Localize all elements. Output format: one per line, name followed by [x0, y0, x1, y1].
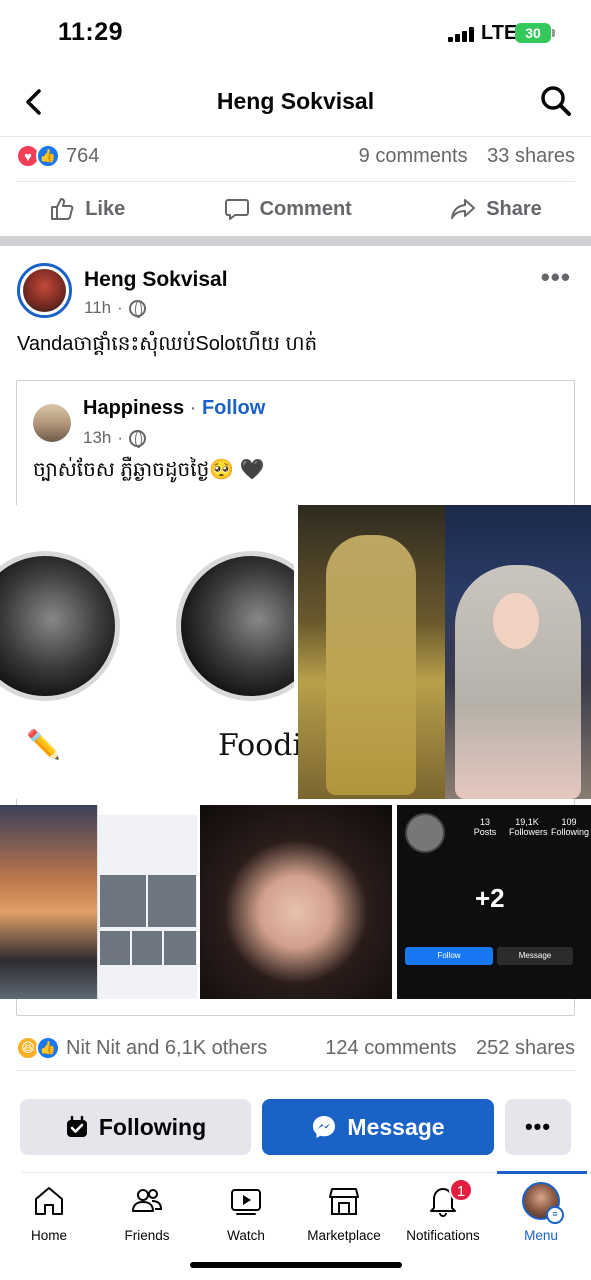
post1-shares-link[interactable]: 33 shares — [487, 145, 575, 167]
nav-watch-label: Watch — [227, 1228, 265, 1243]
profile-action-buttons: Following Message ••• — [20, 1099, 571, 1155]
header-divider — [0, 136, 591, 137]
ig-message-button: Message — [497, 947, 573, 965]
watch-icon — [231, 1189, 261, 1215]
search-button[interactable] — [539, 84, 573, 118]
messenger-icon — [313, 1116, 336, 1138]
search-icon — [541, 86, 571, 116]
post-author-name[interactable]: Heng Sokvisal — [84, 268, 228, 292]
nav-notifications-label: Notifications — [406, 1228, 480, 1243]
ig-following-label: Following — [551, 827, 590, 837]
post-timestamp: 11h · — [84, 298, 146, 318]
post-more-button[interactable]: ••• — [541, 262, 571, 293]
post2-reactions[interactable]: 😆 👍 Nit Nit and 6,1K others — [16, 1036, 267, 1060]
post1-divider — [16, 181, 575, 182]
post2-stats: 😆 👍 Nit Nit and 6,1K others 124 comments… — [16, 1030, 575, 1070]
post1-reaction-count: 764 — [66, 144, 100, 167]
page-title: Heng Sokvisal — [216, 88, 375, 114]
nav-active-indicator — [497, 1171, 587, 1174]
shared-post-text: ច្បាស់ចែស ភ្លឺឆ្ងាចដូចថ្ងៃ🥺 🖤 — [33, 459, 265, 481]
post2-divider — [16, 1070, 575, 1071]
shared-timestamp: 13h · — [83, 428, 147, 448]
more-options-button[interactable]: ••• — [505, 1099, 571, 1155]
story-highlight-ring — [176, 551, 294, 701]
ig-follow-button: Follow — [405, 947, 493, 965]
globe-icon — [128, 299, 146, 318]
notification-badge: 1 — [449, 1178, 473, 1202]
friends-icon — [132, 1189, 163, 1212]
battery-icon: 30 — [515, 23, 555, 43]
globe-icon — [129, 429, 147, 448]
nav-home[interactable]: Home — [1, 1178, 97, 1243]
like-icon — [51, 198, 74, 220]
nav-notifications[interactable]: 1 Notifications — [395, 1178, 491, 1243]
home-icon — [35, 1187, 63, 1215]
more-photos-count: +2 — [475, 883, 505, 913]
share-button[interactable]: Share — [450, 196, 542, 222]
like-reaction-icon: 👍 — [36, 144, 60, 168]
shared-author-line: Happiness · Follow — [83, 397, 265, 420]
comment-icon — [224, 199, 249, 220]
nav-home-label: Home — [30, 1228, 67, 1243]
photo-man[interactable] — [298, 505, 445, 799]
nav-watch[interactable]: Watch — [198, 1178, 294, 1243]
message-label: Message — [347, 1113, 445, 1140]
menu-avatar-icon: ≡ — [522, 1182, 564, 1224]
status-bar: 11:29 LTE 30 — [0, 0, 591, 66]
like-reaction-icon: 👍 — [36, 1036, 60, 1060]
nav-marketplace[interactable]: Marketplace — [296, 1178, 392, 1243]
post1-comments-link[interactable]: 9 comments — [359, 145, 468, 167]
nav-menu[interactable]: ≡ Menu — [493, 1178, 589, 1243]
like-label: Like — [85, 197, 126, 220]
share-icon — [451, 199, 476, 219]
shared-time-text: 13h — [83, 428, 112, 447]
post-separator — [0, 236, 591, 246]
ig-followers-count: 19,1K — [515, 817, 539, 827]
post2-comments-link[interactable]: 124 comments — [325, 1037, 456, 1059]
comment-label: Comment — [259, 197, 352, 220]
shared-author-avatar[interactable] — [33, 404, 71, 442]
network-type: LTE — [481, 22, 518, 44]
shared-author-name[interactable]: Happiness — [83, 397, 184, 419]
home-indicator — [190, 1262, 402, 1268]
nav-friends-label: Friends — [124, 1228, 170, 1243]
signal-icon — [448, 27, 474, 42]
photo-portrait[interactable] — [200, 805, 392, 999]
photo-instagram-profile[interactable]: 13 Posts 19,1K Followers 109 Following +2 F… — [397, 805, 591, 999]
story-highlight-ring — [0, 551, 120, 701]
nav-menu-label: Menu — [524, 1228, 558, 1243]
post-text: Vandaចាផ្ដាំនេះសុំឈប់Soloហើយ ហត់ — [17, 333, 318, 355]
following-button[interactable]: Following — [20, 1099, 251, 1155]
nav-marketplace-label: Marketplace — [307, 1228, 381, 1243]
photo-woman-hoodie[interactable] — [445, 505, 591, 799]
post-time-text: 11h — [84, 298, 112, 317]
following-icon — [66, 1115, 87, 1137]
nav-friends[interactable]: Friends — [99, 1178, 195, 1243]
photo-sunset[interactable] — [0, 805, 97, 999]
post2-reaction-text: Nit Nit and 6,1K others — [66, 1036, 268, 1059]
post1-reactions[interactable]: ♥ 👍 764 — [16, 144, 99, 168]
status-time: 11:29 — [58, 18, 124, 46]
pencil-icon: ✏️ — [26, 729, 61, 760]
follow-link[interactable]: Follow — [202, 397, 265, 419]
like-button[interactable]: Like — [49, 196, 125, 222]
author-avatar[interactable] — [17, 263, 72, 318]
header: Heng Sokvisal — [0, 70, 591, 134]
ig-followers-label: Followers — [509, 827, 548, 837]
separator-dot: · — [189, 397, 197, 419]
bottom-nav: Home Friends Watch Marketplace 1 Notific… — [0, 1178, 591, 1248]
message-button[interactable]: Message — [262, 1099, 494, 1155]
following-label: Following — [98, 1113, 207, 1140]
marketplace-icon — [329, 1188, 359, 1215]
comment-button[interactable]: Comment — [224, 196, 352, 222]
ig-posts-label: Posts — [473, 827, 497, 837]
ig-posts-count: 13 — [479, 817, 490, 827]
ig-following-count: 109 — [561, 817, 577, 827]
post1-stats: ♥ 👍 764 9 comments 33 shares — [16, 138, 575, 178]
post1-actions: Like Comment Share — [0, 186, 591, 232]
share-label: Share — [486, 197, 542, 220]
post2-shares-link[interactable]: 252 shares — [476, 1037, 575, 1059]
ig-avatar — [405, 813, 445, 853]
photo-screenshot[interactable] — [97, 805, 197, 999]
